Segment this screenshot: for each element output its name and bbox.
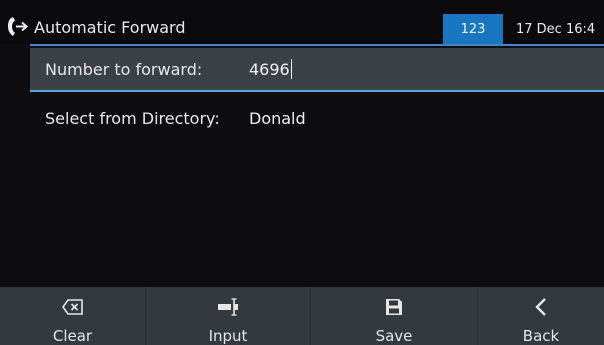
phone-screen: Automatic Forward 123 17 Dec 16:4 Number…: [0, 0, 604, 345]
input-button[interactable]: Input: [146, 287, 311, 345]
input-mode-icon: [216, 297, 240, 317]
backspace-icon: [61, 297, 85, 317]
date-time: 17 Dec 16:4: [516, 21, 596, 37]
number-to-forward-label: Number to forward:: [45, 59, 203, 79]
select-from-directory-label: Select from Directory:: [45, 108, 220, 128]
chevron-left-icon: [529, 297, 553, 317]
call-forward-icon: [4, 14, 30, 40]
title-area: Automatic Forward: [4, 14, 185, 40]
header-bar: Automatic Forward 123 17 Dec 16:4: [0, 0, 604, 44]
save-icon: [382, 297, 406, 317]
number-to-forward-input[interactable]: 4696: [249, 59, 292, 79]
softkey-bar: Clear Input Save Back: [0, 287, 604, 345]
back-button-label: Back: [522, 327, 560, 345]
clear-button[interactable]: Clear: [0, 287, 146, 345]
select-from-directory-row[interactable]: Select from Directory: Donald: [30, 98, 604, 138]
save-button-label: Save: [375, 327, 413, 345]
number-to-forward-row[interactable]: Number to forward: 4696: [30, 48, 604, 92]
header-divider: [30, 44, 604, 46]
input-button-label: Input: [208, 327, 248, 345]
page-title: Automatic Forward: [34, 17, 186, 37]
back-button[interactable]: Back: [478, 287, 604, 345]
select-from-directory-value: Donald: [249, 108, 306, 128]
save-button[interactable]: Save: [311, 287, 478, 345]
input-mode-badge: 123: [443, 14, 503, 44]
text-cursor: [290, 59, 292, 79]
clear-button-label: Clear: [52, 327, 93, 345]
number-to-forward-value: 4696: [249, 59, 290, 79]
